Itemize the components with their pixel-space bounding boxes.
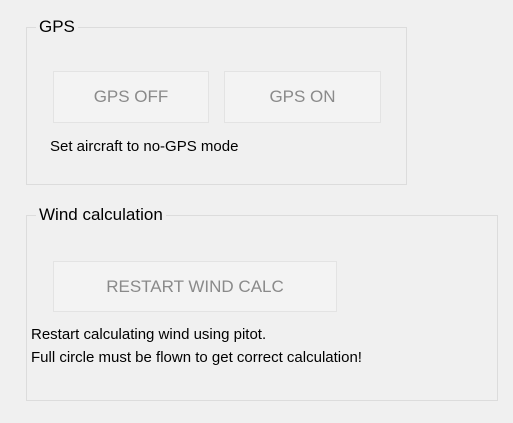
gps-group: GPS GPS OFF GPS ON Set aircraft to no-GP…: [26, 15, 407, 185]
wind-calculation-group: Wind calculation RESTART WIND CALC Resta…: [26, 203, 498, 401]
gps-group-title: GPS: [36, 15, 78, 39]
gps-description: Set aircraft to no-GPS mode: [50, 138, 239, 155]
wind-description-line2: Full circle must be flown to get correct…: [31, 349, 362, 366]
gps-on-button[interactable]: GPS ON: [224, 71, 381, 123]
restart-wind-calc-button[interactable]: RESTART WIND CALC: [53, 261, 337, 312]
wind-description-line1: Restart calculating wind using pitot.: [31, 326, 267, 343]
wind-group-title: Wind calculation: [36, 203, 166, 227]
gps-off-button[interactable]: GPS OFF: [53, 71, 209, 123]
